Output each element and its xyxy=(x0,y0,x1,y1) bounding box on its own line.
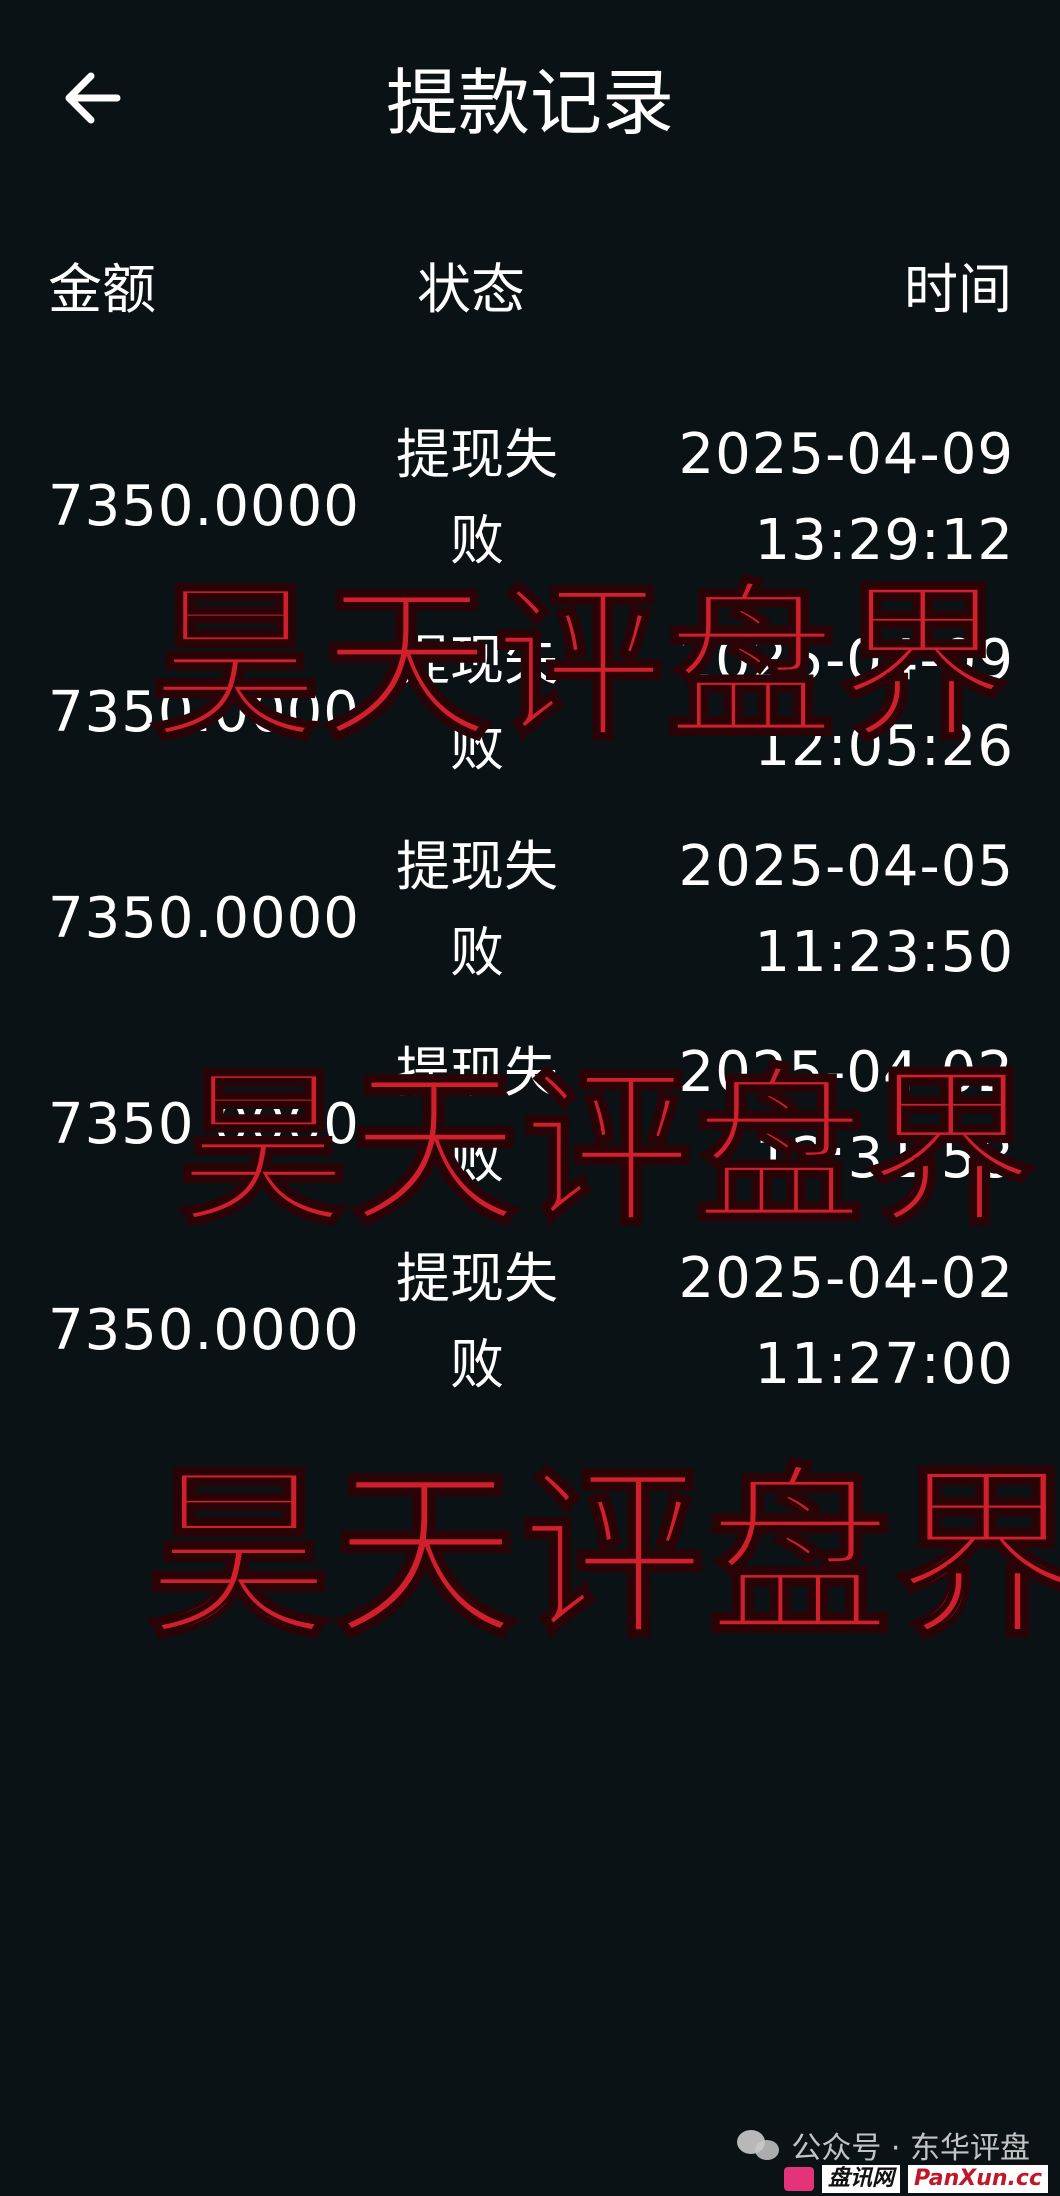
account-name: 公众号 · 东华评盘 xyxy=(791,2131,1030,2166)
withdrawal-record-list: 7350.0000 提现失败 2025-04-09 13:29:12 7350.… xyxy=(0,412,1060,1442)
table-row: 7350.0000 提现失败 2025-04-05 11:23:50 xyxy=(0,824,1060,1030)
table-row: 7350.0000 提现失败 2025-04-09 13:29:12 xyxy=(0,412,1060,618)
wechat-icon xyxy=(737,2128,781,2162)
account-watermark: 公众号 · 东华评盘 xyxy=(737,2123,1030,2167)
record-date-text: 2025-04-02 xyxy=(678,1246,1014,1311)
record-date-text: 2025-04-05 xyxy=(678,834,1014,899)
record-date-text: 2025-04-09 xyxy=(678,422,1014,487)
site-name-en: PanXun.cc xyxy=(908,2165,1048,2193)
site-name-cn: 盘讯网 xyxy=(822,2165,901,2193)
record-time: 2025-04-02 12:31:58 xyxy=(679,1030,1014,1202)
site-logo-icon xyxy=(784,2167,815,2191)
record-amount: 7350.0000 xyxy=(48,680,360,745)
record-time-text: 12:05:26 xyxy=(754,714,1014,779)
table-header: 金额 状态 时间 xyxy=(0,250,1060,330)
record-status: 提现失败 xyxy=(396,1247,558,1396)
record-amount: 7350.0000 xyxy=(48,474,360,539)
column-header-status: 状态 xyxy=(417,258,525,321)
record-amount: 7350.0000 xyxy=(48,1092,360,1157)
record-date-text: 2025-04-02 xyxy=(678,1040,1014,1105)
column-header-time: 时间 xyxy=(904,258,1012,321)
column-header-amount: 金额 xyxy=(48,258,156,321)
watermark-overlay: 昊天评盘界 xyxy=(145,1447,1060,1663)
page-title: 提款记录 xyxy=(385,61,674,145)
record-time: 2025-04-02 11:27:00 xyxy=(679,1236,1014,1408)
record-status: 提现失败 xyxy=(396,629,558,778)
record-time: 2025-04-05 11:23:50 xyxy=(679,824,1014,996)
record-status: 提现失败 xyxy=(396,835,558,984)
record-time-text: 13:29:12 xyxy=(754,508,1014,573)
record-amount: 7350.0000 xyxy=(48,1298,360,1363)
app-header: 提款记录 xyxy=(0,0,1060,210)
record-amount: 7350.0000 xyxy=(48,886,360,951)
record-time-text: 12:31:58 xyxy=(754,1126,1014,1191)
record-time-text: 11:27:00 xyxy=(754,1332,1014,1397)
record-time: 2025-04-09 13:29:12 xyxy=(679,412,1014,584)
site-badge: 盘讯网 PanXun.cc xyxy=(784,2165,1048,2193)
table-row: 7350.0000 提现失败 2025-04-09 12:05:26 xyxy=(0,618,1060,824)
record-time: 2025-04-09 12:05:26 xyxy=(679,618,1014,790)
record-status: 提现失败 xyxy=(396,1041,558,1190)
record-time-text: 11:23:50 xyxy=(754,920,1014,985)
table-row: 7350.0000 提现失败 2025-04-02 12:31:58 xyxy=(0,1030,1060,1236)
record-date-text: 2025-04-09 xyxy=(678,628,1014,693)
table-row: 7350.0000 提现失败 2025-04-02 11:27:00 xyxy=(0,1236,1060,1442)
record-status: 提现失败 xyxy=(396,423,558,572)
